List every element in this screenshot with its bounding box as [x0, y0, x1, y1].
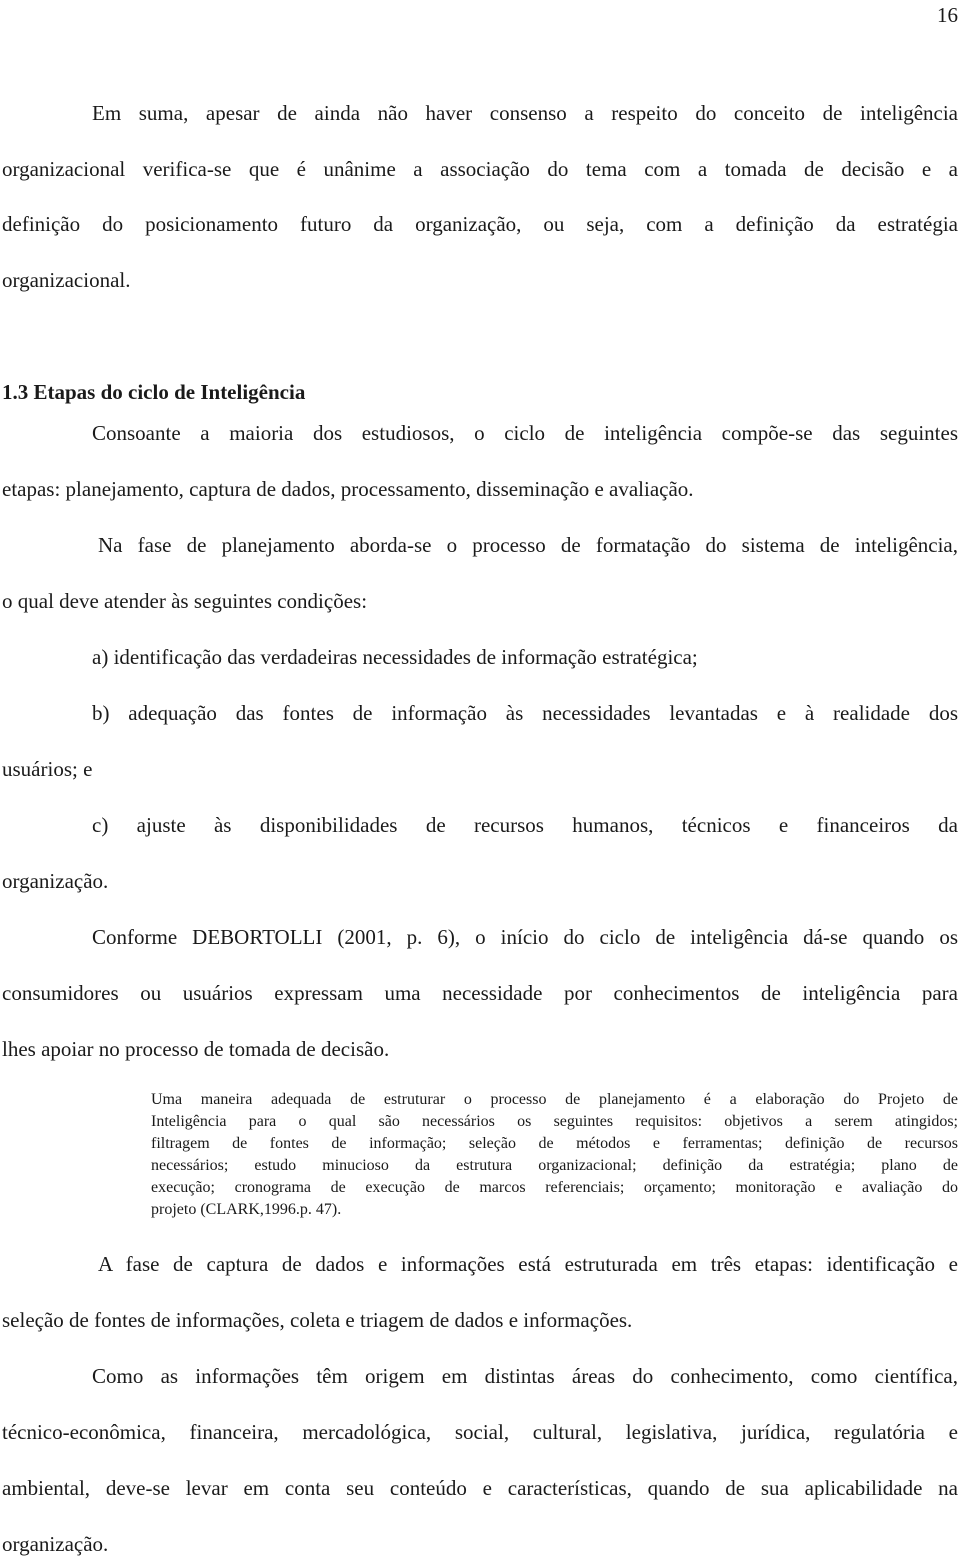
text-line: A fase de captura de dados e informações… — [98, 1252, 958, 1276]
quote-line: projeto (CLARK,1996.p. 47). — [151, 1201, 342, 1218]
text-line: organizacional verifica-se que é unânime… — [2, 157, 958, 181]
text-line: lhes apoiar no processo de tomada de dec… — [2, 1037, 390, 1061]
text-line: ambiental, deve-se levar em conta seu co… — [2, 1476, 958, 1500]
section-heading: 1.3 Etapas do ciclo de Inteligência — [2, 380, 306, 404]
text-line: técnico-econômica, financeira, mercadoló… — [2, 1420, 958, 1444]
quote-line: filtragem de fontes de informação; seleç… — [151, 1135, 958, 1152]
text-line: Conforme DEBORTOLLI (2001, p. 6), o iníc… — [92, 925, 958, 949]
text-line: Na fase de planejamento aborda-se o proc… — [98, 533, 958, 557]
page-number: 16 — [937, 3, 958, 27]
text-line: organizacional. — [2, 268, 131, 292]
list-item-b: b) adequação das fontes de informação às… — [92, 701, 958, 725]
text-line: o qual deve atender às seguintes condiçõ… — [2, 589, 368, 613]
text-line: organização. — [2, 1532, 109, 1556]
text-line: Como as informações têm origem em distin… — [92, 1364, 958, 1388]
quote-line: necessários; estudo minucioso da estrutu… — [151, 1157, 958, 1174]
list-item-c: c) ajuste às disponibilidades de recurso… — [92, 813, 958, 837]
quote-line: Uma maneira adequada de estruturar o pro… — [151, 1091, 958, 1108]
quote-line: Inteligência para o qual são necessários… — [151, 1113, 958, 1130]
text-line: Em suma, apesar de ainda não haver conse… — [92, 101, 958, 125]
list-item-a: a) identificação das verdadeiras necessi… — [92, 645, 698, 669]
quote-line: execução; cronograma de execução de marc… — [151, 1179, 958, 1196]
text-line: Consoante a maioria dos estudiosos, o ci… — [92, 421, 958, 445]
text-line: etapas: planejamento, captura de dados, … — [2, 477, 694, 501]
list-item-b-continuation: usuários; e — [2, 757, 93, 781]
text-line: consumidores ou usuários expressam uma n… — [2, 981, 958, 1005]
text-line: seleção de fontes de informações, coleta… — [2, 1308, 633, 1332]
list-item-c-continuation: organização. — [2, 869, 109, 893]
text-line: definição do posicionamento futuro da or… — [2, 212, 958, 236]
